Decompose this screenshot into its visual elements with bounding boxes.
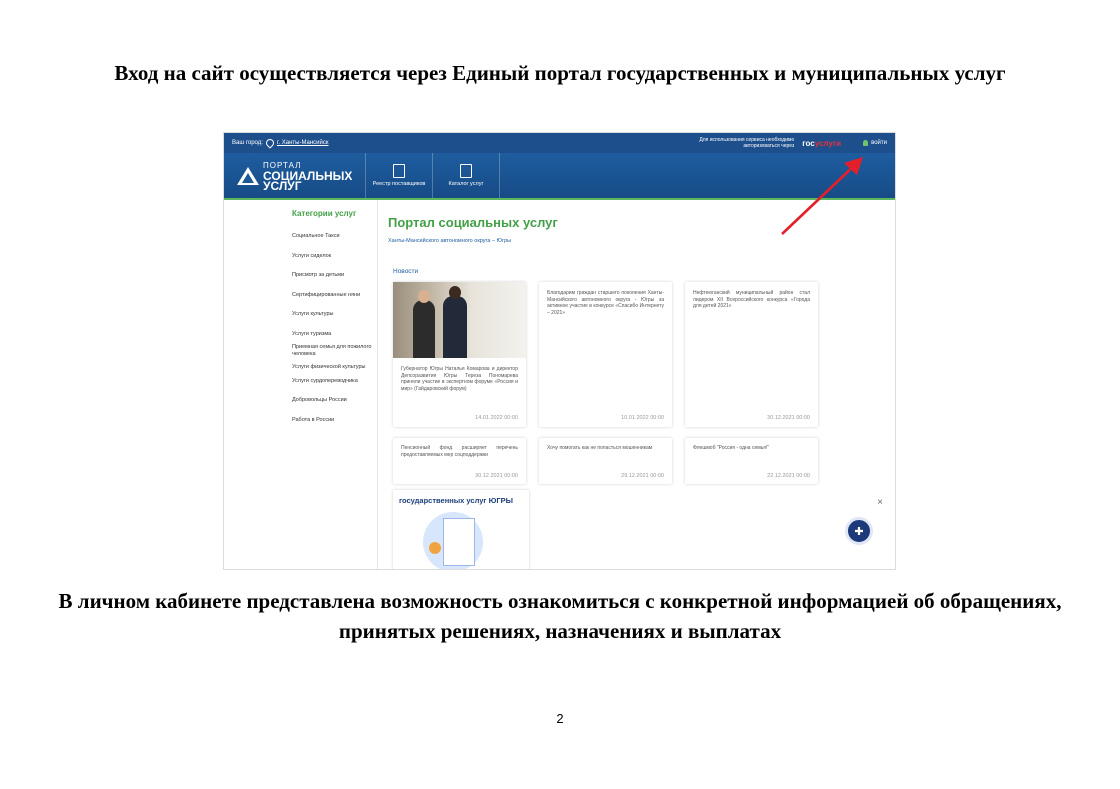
news-card-date: 30.12.2021 00:00	[767, 414, 810, 421]
nav-item-catalog[interactable]: Каталог услуг	[432, 153, 500, 198]
news-label: Новости	[393, 268, 419, 275]
sidebar-item[interactable]: Услуги сурдопереводчика	[292, 378, 374, 385]
news-photo	[393, 282, 526, 358]
sidebar-item[interactable]: Работа в России	[292, 417, 374, 424]
page-heading-bottom: В личном кабинете представлена возможнос…	[58, 589, 1062, 643]
news-card[interactable]: Хочу помогать как не попасться мошенника…	[539, 438, 672, 484]
portal-title: Портал социальных услуг	[388, 215, 558, 230]
sidebar-item[interactable]: Добровольцы России	[292, 397, 374, 404]
news-card-date: 22.12.2021 00:00	[767, 472, 810, 479]
city-label: Ваш город:	[232, 140, 263, 146]
gosuslugi-logo-part-b: услуги	[814, 138, 842, 148]
close-icon[interactable]: ×	[877, 497, 883, 508]
news-card-text: Благодарим граждан старшего поколения Ха…	[547, 290, 664, 316]
news-card-text: Губернатор Югры Наталья Комарова и дирек…	[401, 366, 518, 392]
news-card-text: Нефтеюганский муниципальный район стал л…	[693, 290, 810, 309]
login-label: войти	[871, 140, 887, 146]
document-illustration	[443, 518, 475, 566]
sidebar-item[interactable]: Услуги культуры	[292, 311, 374, 318]
sidebar-item[interactable]: Присмотр за детьми	[292, 272, 374, 279]
portal-screenshot: Ваш город: г. Ханты-Мансийск Для использ…	[223, 132, 896, 570]
nav-item-label: Реестр поставщиков	[372, 181, 426, 187]
news-card-date: 10.01.2022 00:00	[621, 414, 664, 421]
sidebar-item[interactable]: Услуги сиделок	[292, 253, 374, 260]
gosuslugi-logo[interactable]: госуслуги	[802, 139, 841, 148]
news-card[interactable]: Благодарим граждан старшего поколения Ха…	[539, 282, 672, 427]
user-icon	[863, 140, 869, 146]
sidebar-item[interactable]: Услуги туризма	[292, 331, 374, 338]
banner-text: государственных услуг ЮГРЫ	[399, 496, 513, 505]
accessibility-fab-button[interactable]: ✚	[845, 517, 873, 545]
news-card-text: Хочу помогать как не попасться мошенника…	[547, 445, 653, 451]
news-card[interactable]: Нефтеюганский муниципальный район стал л…	[685, 282, 818, 427]
logo-triangle-icon	[237, 166, 259, 185]
nav-item-registry[interactable]: Реестр поставщиков	[365, 153, 432, 198]
login-button[interactable]: войти	[863, 140, 887, 146]
main-navbar: ПОРТАЛ СОЦИАЛЬНЫХ УСЛУГ Реестр поставщик…	[224, 153, 895, 200]
portal-logo[interactable]: ПОРТАЛ СОЦИАЛЬНЫХ УСЛУГ	[224, 153, 365, 198]
sidebar-item[interactable]: Сертифицированные няни	[292, 292, 374, 299]
gosuslugi-logo-part-a: гос	[802, 138, 815, 148]
nav-item-label: Каталог услуг	[448, 181, 484, 187]
category-sidebar: Категории услуг Социальное Такси Услуги …	[224, 200, 378, 569]
news-card[interactable]: Пенсионный фонд расширяет перечень предо…	[393, 438, 526, 484]
sidebar-item[interactable]: Социальное Такси	[292, 233, 374, 240]
sidebar-title: Категории услуг	[292, 209, 357, 218]
main-area: Портал социальных услуг Ханты-Мансийског…	[377, 200, 895, 569]
catalog-icon	[460, 164, 472, 178]
promo-banner[interactable]: государственных услуг ЮГРЫ	[393, 490, 529, 569]
page-heading-top: Вход на сайт осуществляется через Единый…	[114, 61, 1006, 85]
map-pin-icon	[264, 137, 276, 149]
news-card-text: Флешмоб "Россия - одна семья!"	[693, 445, 770, 451]
news-card-date: 29.12.2021 00:00	[621, 472, 664, 479]
sidebar-item[interactable]: Услуги физической культуры	[292, 364, 374, 371]
news-card-date: 14.01.2022 00:00	[475, 414, 518, 421]
top-bar: Ваш город: г. Ханты-Мансийск Для использ…	[224, 133, 895, 153]
sidebar-item[interactable]: Приемная семья для пожилого человека	[292, 344, 374, 357]
news-card[interactable]: Губернатор Югры Наталья Комарова и дирек…	[393, 282, 526, 427]
city-link[interactable]: г. Ханты-Мансийск	[277, 140, 329, 146]
registry-icon	[393, 164, 405, 178]
page-number: 2	[556, 711, 564, 726]
medal-illustration	[429, 542, 441, 554]
auth-note: Для использования сервиса необходимо авт…	[699, 137, 795, 149]
portal-subtitle: Ханты-Мансийского автономного округа – Ю…	[388, 238, 512, 244]
news-card-date: 30.12.2021 00:00	[475, 472, 518, 479]
news-card[interactable]: Флешмоб "Россия - одна семья!" 22.12.202…	[685, 438, 818, 484]
city-selector[interactable]: Ваш город: г. Ханты-Мансийск	[232, 137, 329, 149]
news-card-text: Пенсионный фонд расширяет перечень предо…	[401, 445, 518, 458]
